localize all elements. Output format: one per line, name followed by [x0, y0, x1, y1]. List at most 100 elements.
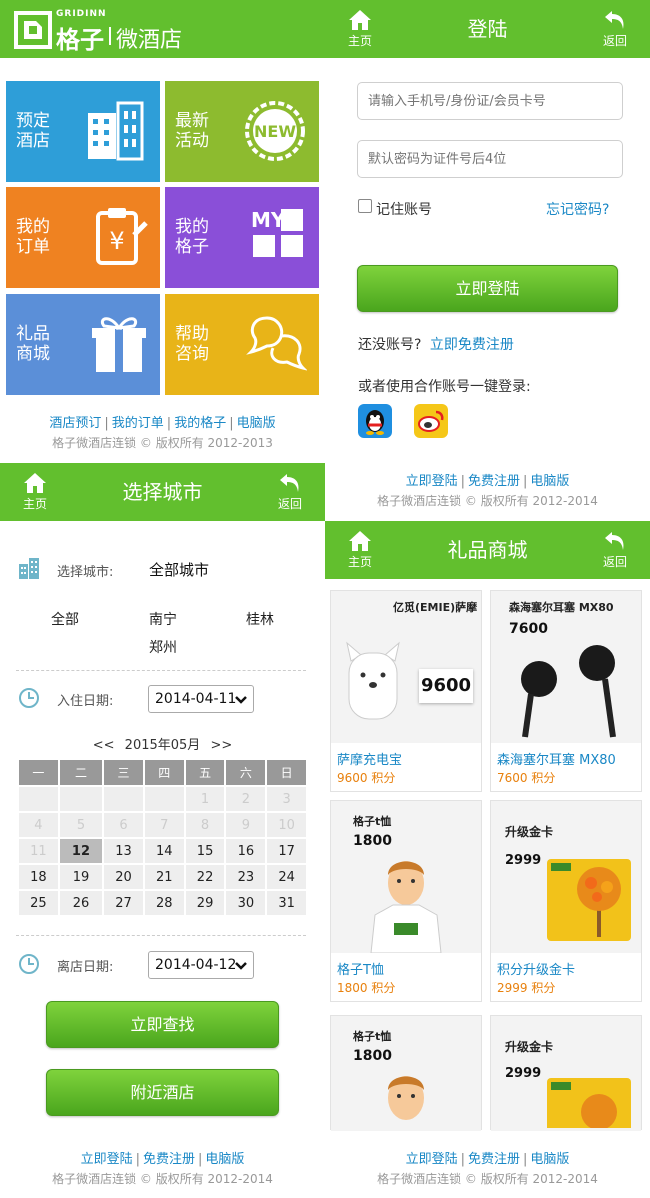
divider	[16, 670, 306, 671]
calendar-day[interactable]: 17	[267, 839, 306, 863]
city-option-all[interactable]: 全部	[51, 609, 79, 629]
back-button[interactable]: 返回	[593, 8, 637, 49]
username-input[interactable]	[357, 82, 623, 120]
partner-login-text: 或者使用合作账号一键登录:	[358, 379, 531, 395]
calendar-week: 18 19 20 21 22 23 24	[19, 865, 306, 889]
nearby-hotels-button[interactable]: 附近酒店	[46, 1069, 279, 1116]
tile-gift-mall[interactable]: 礼品商城	[6, 294, 160, 395]
prev-month-button[interactable]: <<	[93, 738, 115, 753]
calendar-day[interactable]: 12	[59, 839, 103, 863]
link-desktop[interactable]: 电脑版	[205, 1152, 244, 1167]
calendar-day[interactable]: 14	[144, 839, 184, 863]
link-register[interactable]: 免费注册	[143, 1152, 195, 1167]
product-image: 森海塞尔耳塞 MX80 7600	[491, 591, 641, 743]
tile-my-orders[interactable]: 我的订单 ¥	[6, 187, 160, 288]
link-my-orders[interactable]: 我的订单	[112, 416, 164, 431]
weekday-header: 三	[104, 760, 143, 785]
product-image-brand: 升级金卡	[505, 1040, 554, 1054]
city-option-zhengzhou[interactable]: 郑州	[149, 637, 177, 657]
calendar-day[interactable]: 3	[267, 787, 306, 811]
calendar-day[interactable]: 15	[185, 839, 225, 863]
login-submit-button[interactable]: 立即登陆	[357, 265, 618, 312]
qq-login-button[interactable]	[358, 404, 392, 442]
tile-latest-events[interactable]: 最新活动 NEW	[165, 81, 319, 182]
city-option-guilin[interactable]: 桂林	[246, 609, 274, 629]
calendar-day[interactable]: 18	[19, 865, 58, 889]
link-my-gridinn[interactable]: 我的格子	[174, 416, 226, 431]
back-button[interactable]: 返回	[268, 471, 312, 512]
calendar-day[interactable]: 4	[19, 813, 58, 837]
calendar-day[interactable]: 26	[59, 891, 103, 915]
logo-divider	[109, 27, 111, 45]
link-login[interactable]: 立即登陆	[406, 1152, 458, 1167]
back-arrow-icon	[605, 11, 624, 29]
product-name[interactable]: 格子T恤	[337, 959, 384, 978]
calendar-day[interactable]: 25	[19, 891, 58, 915]
register-link[interactable]: 立即免费注册	[430, 337, 514, 353]
calendar-day[interactable]: 11	[19, 839, 58, 863]
tile-my-gridinn[interactable]: 我的格子 MY	[165, 187, 319, 288]
product-name[interactable]: 萨摩充电宝	[337, 749, 402, 768]
calendar-day[interactable]: 23	[226, 865, 266, 889]
link-register[interactable]: 免费注册	[468, 474, 520, 489]
link-login[interactable]: 立即登陆	[406, 474, 458, 489]
product-card[interactable]: 升级金卡 2999	[490, 1015, 642, 1131]
password-input[interactable]	[357, 140, 623, 178]
search-button[interactable]: 立即查找	[46, 1001, 279, 1048]
product-name[interactable]: 森海塞尔耳塞 MX80	[497, 749, 616, 768]
checkin-date-select[interactable]: 2014-04-11	[148, 685, 254, 713]
calendar-day[interactable]: 13	[104, 839, 143, 863]
calendar-day[interactable]: 2	[226, 787, 266, 811]
link-hotel-booking[interactable]: 酒店预订	[49, 416, 101, 431]
link-register[interactable]: 免费注册	[468, 1152, 520, 1167]
calendar-day[interactable]: 29	[185, 891, 225, 915]
selected-city[interactable]: 全部城市	[149, 559, 209, 580]
calendar-day[interactable]: 8	[185, 813, 225, 837]
calendar-day[interactable]: 16	[226, 839, 266, 863]
product-card[interactable]: 升级金卡 2999 积分升级金卡 2999 积分	[490, 800, 642, 1002]
weekday-header: 一	[19, 760, 58, 785]
product-card[interactable]: 森海塞尔耳塞 MX80 7600 森海塞尔耳塞 MX80 7600 积分	[490, 590, 642, 792]
product-image: 升级金卡 2999	[491, 801, 641, 953]
calendar-day[interactable]: 28	[144, 891, 184, 915]
product-price: 7600 积分	[497, 771, 556, 785]
product-name[interactable]: 积分升级金卡	[497, 959, 575, 978]
calendar-day[interactable]: 27	[104, 891, 143, 915]
remember-checkbox[interactable]	[358, 199, 372, 213]
calendar-day[interactable]: 21	[144, 865, 184, 889]
calendar-day[interactable]: 6	[104, 813, 143, 837]
calendar-day	[59, 787, 103, 811]
product-image-price: 1800	[353, 1048, 392, 1064]
link-desktop[interactable]: 电脑版	[237, 416, 276, 431]
calendar-day[interactable]: 31	[267, 891, 306, 915]
tile-help[interactable]: 帮助咨询	[165, 294, 319, 395]
product-card[interactable]: 格子t恤 1800 格子T恤 1800 积分	[330, 800, 482, 1002]
mall-footer-links: 立即登陆 | 免费注册 | 电脑版	[405, 1152, 570, 1167]
calendar-day[interactable]: 19	[59, 865, 103, 889]
weibo-login-button[interactable]	[414, 404, 448, 442]
calendar-day[interactable]: 22	[185, 865, 225, 889]
city-footer-links: 立即登陆 | 免费注册 | 电脑版	[80, 1152, 245, 1167]
calendar-day[interactable]: 20	[104, 865, 143, 889]
checkout-date-select[interactable]: 2014-04-12	[148, 951, 254, 979]
calendar-day[interactable]: 9	[226, 813, 266, 837]
calendar-day[interactable]: 30	[226, 891, 266, 915]
login-header: 主页 登陆 返回	[325, 0, 650, 58]
forgot-password-link[interactable]: 忘记密码?	[546, 199, 609, 219]
tile-book-hotel[interactable]: 预定酒店	[6, 81, 160, 182]
calendar-day[interactable]: 24	[267, 865, 306, 889]
next-month-button[interactable]: >>	[210, 738, 232, 753]
link-desktop[interactable]: 电脑版	[530, 474, 569, 489]
dog-powerbank-image	[346, 641, 400, 720]
product-card[interactable]: 格子t恤 1800	[330, 1015, 482, 1131]
back-button[interactable]: 返回	[593, 529, 637, 570]
calendar-day[interactable]: 5	[59, 813, 103, 837]
calendar-day[interactable]: 10	[267, 813, 306, 837]
calendar-day[interactable]: 1	[185, 787, 225, 811]
calendar-day[interactable]: 7	[144, 813, 184, 837]
city-option-nanning[interactable]: 南宁	[149, 609, 177, 629]
link-desktop[interactable]: 电脑版	[530, 1152, 569, 1167]
link-login[interactable]: 立即登陆	[81, 1152, 133, 1167]
brand-logo[interactable]: GRIDINN 格子 微酒店	[14, 9, 214, 54]
product-card[interactable]: 亿觅(EMIE)萨摩 9600 萨摩充电宝 9600 积分	[330, 590, 482, 792]
